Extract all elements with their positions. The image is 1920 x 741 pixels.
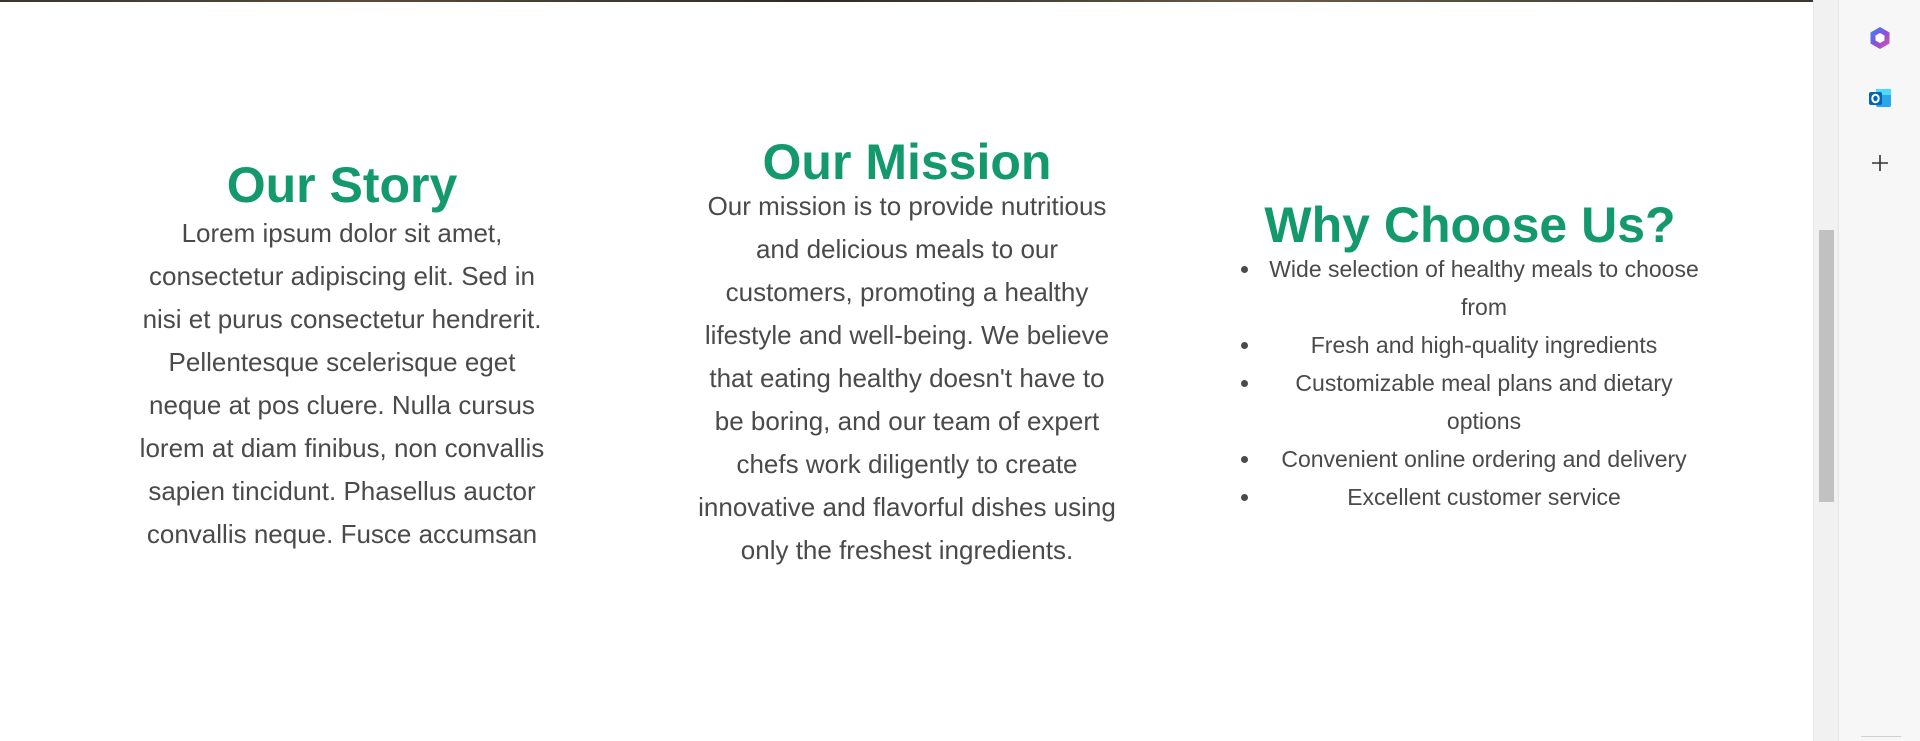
why-choose-us-list: Wide selection of healthy meals to choos…: [1240, 250, 1700, 516]
outlook-icon: [1867, 85, 1893, 116]
copilot-icon: [1867, 25, 1893, 56]
page-scrollbar[interactable]: [1813, 0, 1838, 741]
our-mission-section: Our Mission Our mission is to provide nu…: [697, 134, 1117, 572]
our-mission-heading: Our Mission: [762, 134, 1052, 190]
scrollbar-thumb[interactable]: [1819, 230, 1834, 502]
our-story-heading: Our Story: [226, 157, 458, 213]
list-item: Customizable meal plans and dietary opti…: [1262, 364, 1700, 440]
list-item: Wide selection of healthy meals to choos…: [1262, 250, 1700, 326]
copilot-button[interactable]: [1860, 20, 1900, 60]
browser-sidebar: [1838, 0, 1920, 741]
list-item: Fresh and high-quality ingredients: [1262, 326, 1700, 364]
our-story-section: Our Story Lorem ipsum dolor sit amet, co…: [132, 157, 552, 556]
sidebar-divider: [1861, 736, 1901, 737]
our-mission-text: Our mission is to provide nutritious and…: [698, 191, 1116, 565]
why-choose-us-section: Why Choose Us? Wide selection of healthy…: [1240, 197, 1700, 516]
list-item: Convenient online ordering and delivery: [1262, 440, 1700, 478]
hero-image-edge: [0, 0, 1813, 2]
add-button[interactable]: [1860, 145, 1900, 185]
why-choose-us-heading: Why Choose Us?: [1264, 197, 1676, 253]
outlook-button[interactable]: [1860, 80, 1900, 120]
page-viewport: Our Story Lorem ipsum dolor sit amet, co…: [0, 0, 1813, 741]
add-icon: [1870, 153, 1890, 178]
our-story-text: Lorem ipsum dolor sit amet, consectetur …: [139, 218, 545, 549]
list-item: Excellent customer service: [1262, 478, 1700, 516]
